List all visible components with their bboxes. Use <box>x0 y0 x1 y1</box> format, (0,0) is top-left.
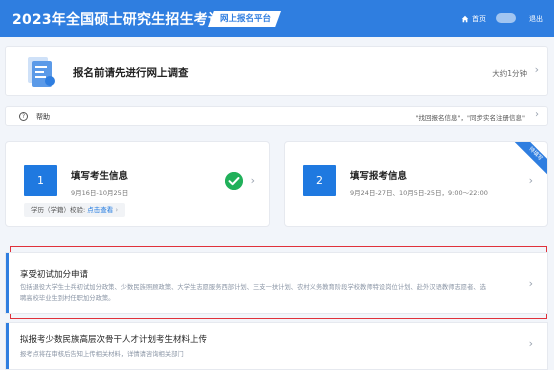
logout-link[interactable]: 退出 <box>529 14 543 24</box>
survey-duration: 大约1分钟 <box>492 69 527 78</box>
home-link[interactable]: 首页 <box>461 14 486 24</box>
item-description: 包括退役大学生士兵初试加分政策、少数民族照顾政策、大学生志愿服务西部计划、三支一… <box>20 284 486 302</box>
verification-label: 学历（学籍）校验: <box>31 206 86 214</box>
minority-program-item[interactable]: 拟报考少数民族高层次骨干人才计划考生材料上传 报考点将在审核后告知上传相关材料，… <box>5 322 548 370</box>
step-date: 9月16日-10月25日 <box>71 189 129 197</box>
step-title: 填写报考信息 <box>350 171 408 182</box>
exam-title: 2023年全国硕士研究生招生考试 <box>12 12 223 28</box>
accent-bar <box>6 253 9 313</box>
survey-title: 报名前请先进行网上调查 <box>73 67 189 79</box>
help-tips: "找回报名信息"，"同步实名注册信息" <box>415 114 525 122</box>
chevron-right-icon: › <box>115 206 119 214</box>
step-card-candidate-info[interactable]: 1 填写考生信息 9月16日-10月25日 › 学历（学籍）校验: 点击查看 › <box>5 141 270 227</box>
platform-badge: 网上报名平台 <box>208 11 282 27</box>
chevron-right-icon: › <box>535 109 539 120</box>
chevron-right-icon: › <box>528 337 533 350</box>
item-title: 享受初试加分申请 <box>20 270 89 280</box>
check-circle-icon <box>225 172 243 190</box>
education-verification: 学历（学籍）校验: 点击查看 › <box>24 203 126 217</box>
home-label: 首页 <box>472 15 486 23</box>
help-bar[interactable]: ? 帮助 "找回报名信息"，"同步实名注册信息" › <box>5 106 548 126</box>
home-icon <box>461 15 469 23</box>
item-title: 拟报考少数民族高层次骨干人才计划考生材料上传 <box>20 335 208 345</box>
step-number: 1 <box>24 165 57 196</box>
help-circle-icon: ? <box>19 112 28 121</box>
chevron-right-icon: › <box>534 63 539 76</box>
chevron-right-icon: › <box>528 174 533 187</box>
step-date: 9月24日-27日、10月5日-25日，9:00～22:00 <box>350 189 488 197</box>
top-header: 2023年全国硕士研究生招生考试 网上报名平台 首页 退出 <box>0 0 554 37</box>
accent-bar <box>6 323 9 369</box>
survey-document-icon <box>28 57 55 87</box>
chevron-right-icon: › <box>250 174 255 187</box>
chevron-right-icon: › <box>528 277 533 290</box>
bonus-application-item[interactable]: 享受初试加分申请 包括退役大学生士兵初试加分政策、少数民族照顾政策、大学生志愿服… <box>5 252 548 314</box>
view-verification-link[interactable]: 点击查看 <box>87 206 113 214</box>
step-number: 2 <box>303 165 336 196</box>
item-description: 报考点将在审核后告知上传相关材料，详情请咨询相关部门 <box>20 351 184 358</box>
survey-card[interactable]: 报名前请先进行网上调查 大约1分钟 › <box>5 46 548 96</box>
user-avatar[interactable] <box>496 13 516 23</box>
step-card-exam-info[interactable]: 待填写 2 填写报考信息 9月24日-27日、10月5日-25日，9:00～22… <box>284 141 548 227</box>
help-label: 帮助 <box>36 113 50 121</box>
step-title: 填写考生信息 <box>71 171 129 182</box>
